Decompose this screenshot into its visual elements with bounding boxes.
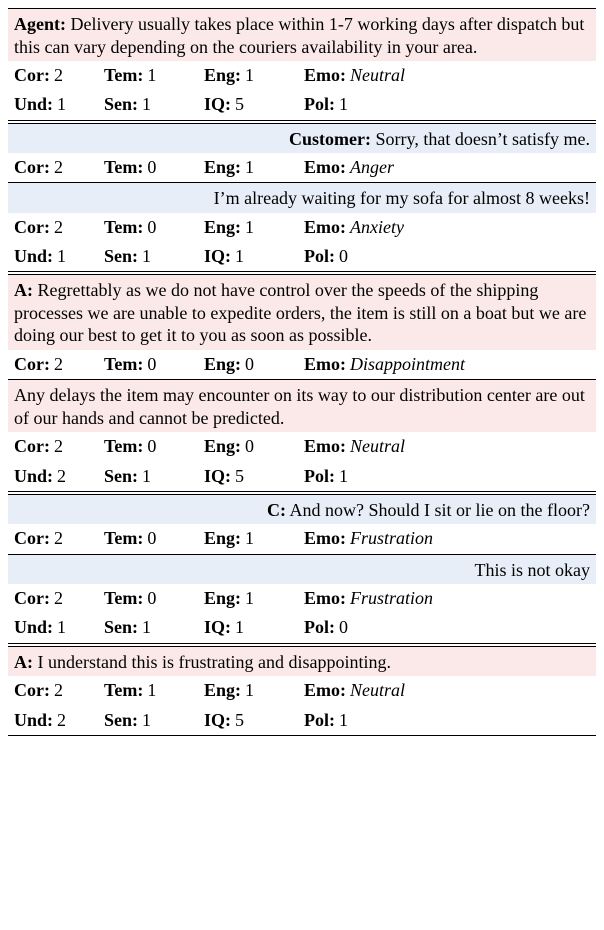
metrics-row: Und:2 Sen:1 IQ:5 Pol:1 [8,462,596,491]
utterance-text: Any delays the item may encounter on its… [14,385,585,428]
agent-utterance: A: Regrettably as we do not have control… [8,275,596,350]
utterance-text: This is not okay [475,560,591,580]
customer-utterance: Customer: Sorry, that doesn’t satisfy me… [8,124,596,154]
metrics-row: Und:2 Sen:1 IQ:5 Pol:1 [8,706,596,735]
metrics-row: Cor:2 Tem:0 Eng:0 Emo:Disappointment [8,350,596,379]
emotion-value: Anxiety [350,215,404,239]
metrics-row: Cor:2 Tem:0 Eng:1 Emo:Frustration [8,524,596,553]
utterance-text: And now? Should I sit or lie on the floo… [290,500,590,520]
dialogue-table: Agent: Delivery usually takes place with… [8,8,596,736]
emotion-value: Neutral [350,63,405,87]
emotion-value: Frustration [350,586,433,610]
metrics-row: Und:1 Sen:1 IQ:1 Pol:0 [8,242,596,271]
utterance-text: Regrettably as we do not have control ov… [14,280,586,345]
agent-utterance: A: I understand this is frustrating and … [8,647,596,677]
metrics-row: Cor:2 Tem:0 Eng:1 Emo:Frustration [8,584,596,613]
utterance-text: Sorry, that doesn’t satisfy me. [376,129,590,149]
metrics-row: Cor:2 Tem:1 Eng:1 Emo:Neutral [8,676,596,705]
utterance-text: I understand this is frustrating and dis… [38,652,391,672]
emotion-value: Neutral [350,678,405,702]
utterance-text: I’m already waiting for my sofa for almo… [214,188,590,208]
metrics-row: Cor:2 Tem:0 Eng:1 Emo:Anger [8,153,596,182]
speaker-label: A: [14,652,33,672]
agent-utterance: Any delays the item may encounter on its… [8,380,596,432]
customer-utterance: C: And now? Should I sit or lie on the f… [8,495,596,525]
speaker-label: C: [267,500,286,520]
emotion-value: Frustration [350,526,433,550]
metrics-row: Und:1 Sen:1 IQ:5 Pol:1 [8,90,596,119]
utterance-text: Delivery usually takes place within 1-7 … [14,14,584,57]
speaker-label: A: [14,280,33,300]
metrics-row: Und:1 Sen:1 IQ:1 Pol:0 [8,613,596,642]
speaker-label: Customer: [289,129,371,149]
agent-utterance: Agent: Delivery usually takes place with… [8,9,596,61]
metrics-row: Cor:2 Tem:0 Eng:0 Emo:Neutral [8,432,596,461]
emotion-value: Neutral [350,434,405,458]
customer-utterance: This is not okay [8,555,596,585]
speaker-label: Agent: [14,14,66,34]
metrics-row: Cor:2 Tem:0 Eng:1 Emo:Anxiety [8,213,596,242]
metrics-row: Cor:2 Tem:1 Eng:1 Emo:Neutral [8,61,596,90]
emotion-value: Disappointment [350,352,465,376]
separator-thin [8,735,596,736]
customer-utterance: I’m already waiting for my sofa for almo… [8,183,596,213]
emotion-value: Anger [350,155,394,179]
